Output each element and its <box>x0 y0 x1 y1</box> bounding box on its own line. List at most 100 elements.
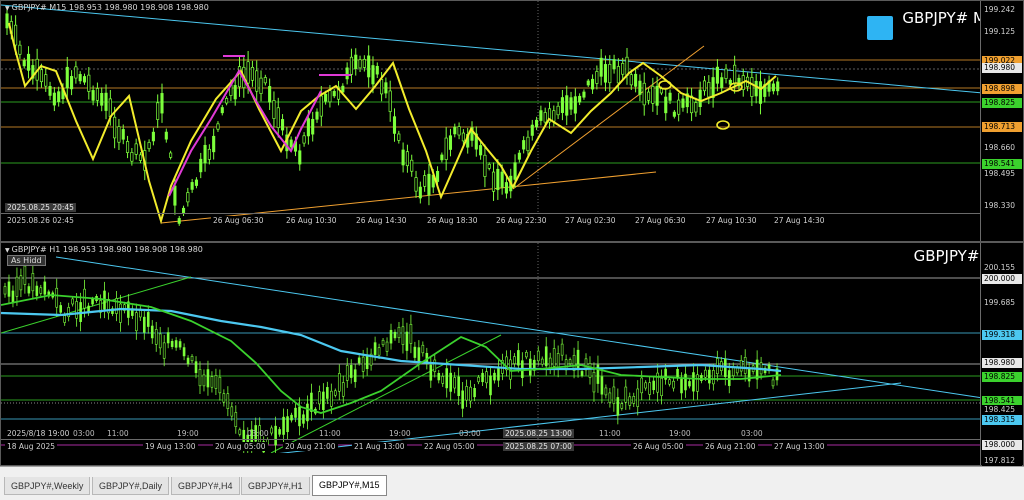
m15-candle-body <box>457 126 461 136</box>
h1-candle-body <box>63 315 66 323</box>
h1-candle-body <box>3 286 7 295</box>
m15-candle-body <box>410 159 414 172</box>
h1-candle-body <box>389 329 393 344</box>
h1-candle-body <box>608 392 612 403</box>
tab-gbpjpym15[interactable]: GBPJPY#,M15 <box>312 475 387 496</box>
m15-candle-body <box>156 102 160 120</box>
m15-candle-body <box>268 86 272 103</box>
h1-crosshair-time-box: 2025.08.25 07:00 <box>503 442 574 451</box>
h1-candle-body <box>322 391 325 410</box>
h1-candle-body <box>704 369 707 378</box>
h1-candle-body <box>286 416 289 433</box>
m15-candle-body <box>121 129 125 140</box>
m15-candle-body <box>392 116 397 134</box>
m15-candle-body <box>190 182 194 190</box>
m15-candle-body <box>776 81 780 92</box>
h1-candle-body <box>493 372 496 381</box>
m15-trendline <box>1 4 983 94</box>
m15-candle-body <box>332 91 336 97</box>
h1-candle-body <box>552 348 556 367</box>
m15-candle-body <box>134 143 138 155</box>
m15-price-label: 198.660 <box>982 143 1022 153</box>
m15-candle-body <box>427 173 431 196</box>
h1-candle-body <box>528 358 532 376</box>
h1-plot-area[interactable] <box>1 243 983 453</box>
m15-candle-body <box>130 152 134 162</box>
h1-candle-body <box>385 341 389 352</box>
m15-candle-body <box>582 91 586 98</box>
m15-candle-body <box>616 66 620 84</box>
h1-candle-body <box>417 347 421 363</box>
h1-candle-body <box>238 429 242 435</box>
m15-candle-body <box>281 119 285 131</box>
h1-candle-body <box>198 369 202 387</box>
m15-candle-body <box>543 112 547 123</box>
m15-time-label: 27 Aug 06:30 <box>633 216 688 225</box>
m15-candle-body <box>82 76 87 83</box>
h1-price-axis[interactable]: 200.155 200.000 199.685 199.318 198.980 198.8… <box>980 243 1023 466</box>
m15-price-label: 199.125 <box>982 27 1022 37</box>
tab-gbpjpyweekly[interactable]: GBPJPY#,Weekly <box>4 477 91 495</box>
m15-candle-body <box>535 119 539 128</box>
h1-candle-body <box>628 396 632 406</box>
m15-candle-body <box>646 91 651 101</box>
m15-candle-body <box>694 102 698 113</box>
h1-candle-body <box>71 298 74 305</box>
tab-gbpjpyh1[interactable]: GBPJPY#,H1 <box>241 477 310 495</box>
h1-price-label: 198.000 <box>982 440 1022 450</box>
m15-candle-body <box>39 69 43 83</box>
h1-candle-body <box>517 350 520 366</box>
h1-candle-body <box>497 366 500 381</box>
m15-candle-body <box>388 90 392 112</box>
m15-candle-body <box>26 53 31 71</box>
chart-pane-m15[interactable]: ▼ GBPJPY# M15 198.953 198.980 198.908 198… <box>0 0 1024 242</box>
m15-candle-body <box>758 81 763 104</box>
h1-candle-body <box>437 372 441 381</box>
h1-candle-body <box>473 388 476 398</box>
h1-candle-body <box>461 390 464 409</box>
m15-candle-body <box>479 145 483 156</box>
h1-ma-fast <box>1 294 782 414</box>
m15-candle-body <box>423 175 427 187</box>
m15-candle-body <box>771 83 775 92</box>
h1-candle-body <box>648 382 651 395</box>
m15-candle-body <box>651 86 655 104</box>
h1-candle-body <box>270 427 273 434</box>
h1-time-label: 27 Aug 13:00 <box>772 442 827 451</box>
m15-price-axis[interactable]: 199.242 199.125 199.022 198.980 198.898 198.8… <box>980 1 1023 241</box>
m15-plot-area[interactable] <box>1 1 983 227</box>
m15-candle-body <box>578 95 582 103</box>
h1-time-axis[interactable]: 2025/8/18 19:00 18 Aug 2025 19 Aug 13:00 20… <box>1 429 981 454</box>
m15-candle-body <box>298 150 302 165</box>
h1-price-label: 198.425 <box>982 405 1022 415</box>
m15-candle-body <box>289 139 293 148</box>
tab-gbpjpydaily[interactable]: GBPJPY#,Daily <box>92 477 170 495</box>
h1-candle-body <box>441 376 445 384</box>
m15-time-axis[interactable]: 2025.08.26 02:45 26 Aug 06:30 26 Aug 10:30… <box>1 203 981 228</box>
h1-candle-body <box>214 375 218 389</box>
m15-candle-body <box>220 107 224 114</box>
h1-candle-body <box>477 376 480 383</box>
m15-candle-body <box>74 66 78 79</box>
h1-candle-body <box>600 376 604 395</box>
m15-candle-body <box>487 163 491 169</box>
h1-candle-body <box>337 373 341 392</box>
m15-candle-body <box>401 149 405 166</box>
m15-candle-body <box>22 60 26 67</box>
h1-minor-time-label: 11:00 <box>319 429 341 438</box>
h1-candle-body <box>457 376 460 396</box>
m15-candle-body <box>504 182 508 194</box>
m15-candle-body <box>720 77 724 89</box>
m15-candle-body <box>57 91 61 102</box>
m15-candle-body <box>418 186 422 199</box>
h1-candle-body <box>592 371 596 393</box>
h1-candle-body <box>708 369 711 384</box>
m15-candle-body <box>634 73 638 87</box>
chart-pane-h1[interactable]: ▼ GBPJPY# H1 198.953 198.980 198.908 198.… <box>0 242 1024 466</box>
h1-candle-body <box>298 406 301 427</box>
m15-time-label: 27 Aug 10:30 <box>704 216 759 225</box>
tab-gbpjpyh4[interactable]: GBPJPY#,H4 <box>171 477 240 495</box>
m15-time-label: 26 Aug 14:30 <box>354 216 409 225</box>
h1-minor-time-label: 11:00 <box>107 429 129 438</box>
m15-highlight-circle <box>716 120 730 130</box>
